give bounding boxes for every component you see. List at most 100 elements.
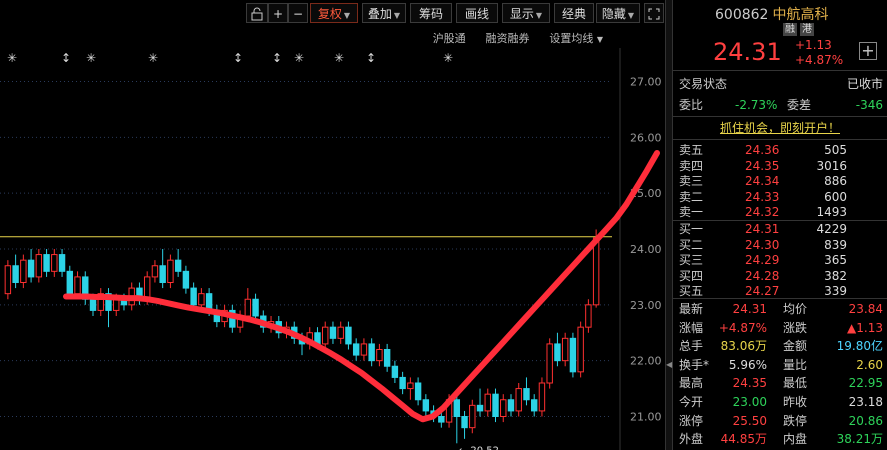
add-watchlist-button[interactable]: + [859, 42, 877, 60]
level-volume: 4229 [816, 222, 847, 236]
chart-subbar: 沪股通 融资融券 设置均线 ▼ [417, 30, 603, 48]
trade-status-value: 已收市 [846, 77, 883, 91]
candle-body [20, 259, 27, 283]
candle-body [592, 237, 600, 306]
sell-level-row[interactable]: 卖四 24.35 3016 [673, 159, 887, 174]
candle-body [391, 365, 399, 378]
open-account-link[interactable]: 抓住机会，即刻开户！ [673, 119, 887, 136]
diejia-dropdown[interactable]: 叠加 ▼ [362, 3, 406, 23]
lock-icon[interactable] [246, 3, 268, 23]
fuquan-label: 复权 [317, 7, 342, 21]
level-price: 24.32 [745, 205, 780, 219]
stat-value: 83.06万 [720, 339, 767, 354]
candle-body [51, 254, 58, 272]
stats-row: 总手 83.06万 金额 19.80亿 [673, 338, 887, 355]
stat-label: 总手 [679, 339, 704, 354]
zoom-out-button[interactable]: − [288, 3, 308, 23]
candle-body [66, 270, 74, 295]
stat-label: 均价 [783, 302, 808, 316]
rongzi-badge: 融 [783, 23, 797, 36]
buy-level-row[interactable]: 买五 24.27 339 [673, 284, 887, 299]
rzrq-link[interactable]: 融资融券 [486, 30, 530, 46]
stat-label: 最高 [679, 376, 704, 391]
level-volume: 339 [824, 284, 847, 298]
candle-body [422, 399, 430, 412]
candle-body [507, 399, 515, 412]
hgt-link[interactable]: 沪股通 [433, 30, 466, 46]
candle-body [500, 399, 507, 417]
candle-body [252, 298, 259, 317]
fuquan-dropdown[interactable]: 复权 ▼ [310, 3, 358, 23]
stat-label: 内盘 [783, 432, 808, 447]
yincang-label: 隐藏 [601, 7, 626, 21]
divider [673, 116, 887, 117]
stat-value: 23.18 [848, 395, 883, 409]
candle-body [438, 416, 445, 423]
stats-row: 外盘 44.85万 内盘 38.21万 [673, 431, 887, 448]
buy-level-row[interactable]: 买二 24.30 839 [673, 238, 887, 253]
stat-label: 换手* [679, 357, 710, 372]
level-volume: 382 [824, 268, 847, 283]
buy-level-row[interactable]: 买三 24.29 365 [673, 253, 887, 268]
huaxian-button[interactable]: 画线 [456, 3, 498, 23]
jingdian-button[interactable]: 经典 [554, 3, 594, 23]
price-change: +1.13 +4.87% [795, 38, 843, 68]
y-tick-label: 22.00 [630, 355, 662, 368]
chevron-down-icon: ▼ [535, 11, 543, 20]
sell-level-row[interactable]: 卖一 24.32 1493 [673, 205, 887, 220]
stats-row: 最高 24.35 最低 22.95 [673, 375, 887, 392]
kline-chart-pane[interactable]: 27.0026.0025.0024.0023.0022.0021.00← 20.… [0, 0, 665, 450]
fullscreen-icon[interactable] [644, 3, 664, 23]
candle-body [182, 270, 190, 289]
candle-body [484, 393, 491, 412]
stat-value: 5.96% [728, 357, 767, 372]
candle-body [27, 259, 35, 278]
candle-body [329, 326, 337, 339]
divider [673, 220, 887, 221]
sell-level-row[interactable]: 卖二 24.33 600 [673, 190, 887, 205]
xianshi-dropdown[interactable]: 显示 ▼ [502, 3, 550, 23]
stats-row: 最新 24.31 均价 23.84 [673, 301, 887, 318]
candle-body [461, 416, 468, 429]
stat-label: 涨幅 [679, 320, 704, 335]
stat-value: 20.86 [848, 413, 883, 428]
sell-level-row[interactable]: 卖五 24.36 505 [673, 143, 887, 158]
chevron-down-icon: ▼ [343, 11, 351, 20]
level-label: 买一 [679, 222, 704, 236]
candle-body [530, 399, 538, 412]
level-label: 卖四 [679, 158, 704, 173]
level-volume: 886 [824, 174, 847, 188]
candle-body [244, 298, 252, 317]
kline-chart[interactable]: 27.0026.0025.0024.0023.0022.0021.00← 20.… [0, 0, 665, 450]
stat-label: 跌停 [783, 413, 808, 428]
chouma-button[interactable]: 筹码 [410, 3, 452, 23]
event-arrow-icon: ↕ [61, 51, 71, 65]
stats-row: 换手* 5.96% 量比 2.60 [673, 357, 887, 374]
y-tick-label: 24.00 [630, 243, 662, 256]
buy-level-row[interactable]: 买一 24.31 4229 [673, 222, 887, 237]
candle-body [383, 349, 391, 367]
yincang-dropdown[interactable]: 隐藏 ▼ [596, 3, 640, 23]
stat-value: 25.50 [732, 413, 767, 428]
level-volume: 600 [824, 189, 847, 204]
y-tick-label: 23.00 [630, 299, 662, 312]
stat-label: 最新 [679, 302, 704, 316]
level-label: 买四 [679, 268, 704, 283]
event-star-icon: ✳ [334, 51, 344, 65]
panel-collapse-strip[interactable]: ◀ [665, 0, 673, 450]
candle-body [35, 254, 43, 278]
sell-level-row[interactable]: 卖三 24.34 886 [673, 174, 887, 189]
candle-body [190, 287, 197, 306]
zoom-in-button[interactable]: + [268, 3, 288, 23]
candle-body [407, 382, 414, 390]
candle-body [492, 393, 499, 417]
stats-row: 涨停 25.50 跌停 20.86 [673, 413, 887, 430]
chevron-down-icon: ▼ [393, 11, 401, 20]
collapse-arrow-icon[interactable]: ◀ [666, 360, 672, 369]
candle-body [74, 276, 81, 295]
buy-level-row[interactable]: 买四 24.28 382 [673, 269, 887, 284]
ma-settings-dropdown[interactable]: 设置均线 ▼ [549, 30, 603, 46]
candle-body [322, 326, 329, 345]
stat-label: 外盘 [679, 432, 704, 447]
level-price: 24.28 [745, 268, 780, 283]
